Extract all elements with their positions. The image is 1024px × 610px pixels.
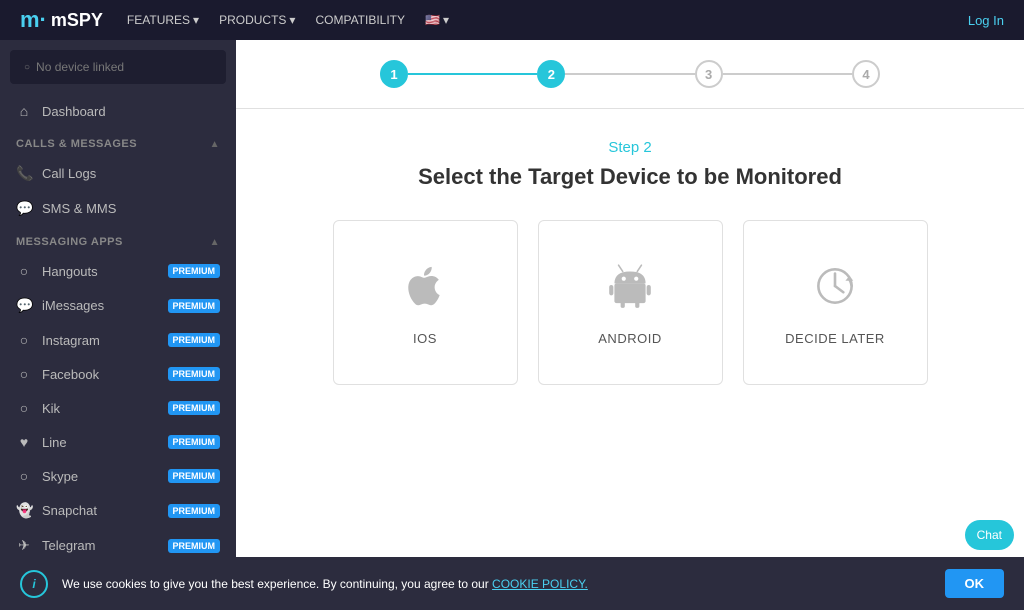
main-layout: No device linked ⌂ Dashboard CALLS & MES… [0, 40, 1024, 610]
apple-icon [399, 260, 451, 317]
device-card-android[interactable]: ANDROID [538, 220, 723, 385]
sms-icon: 💬 [16, 200, 32, 217]
imessages-icon: 💬 [16, 297, 32, 314]
facebook-icon: ○ [16, 366, 32, 382]
sidebar-item-line[interactable]: ♥ Line PREMIUM [0, 425, 236, 459]
telegram-icon: ✈ [16, 537, 32, 554]
chat-button[interactable]: Chat [965, 520, 1014, 550]
section-messaging-apps[interactable]: MESSAGING APPS ▲ [0, 226, 236, 254]
sidebar-item-label: Skype [42, 469, 78, 484]
sidebar-item-label: SMS & MMS [42, 201, 116, 216]
snapchat-icon: 👻 [16, 502, 32, 519]
device-status: No device linked [10, 50, 226, 84]
android-label: ANDROID [598, 331, 661, 346]
sidebar-item-imessages[interactable]: 💬 iMessages PREMIUM [0, 288, 236, 323]
premium-badge: PREMIUM [168, 264, 221, 278]
premium-badge: PREMIUM [168, 469, 221, 483]
sidebar-item-facebook[interactable]: ○ Facebook PREMIUM [0, 357, 236, 391]
premium-badge: PREMIUM [168, 367, 221, 381]
section-calls-messages[interactable]: CALLS & MESSAGES ▲ [0, 128, 236, 156]
logo-text: mSPY [51, 10, 103, 31]
step-3-circle: 3 [695, 60, 723, 88]
chevron-up-icon: ▲ [210, 237, 220, 248]
cookie-bar: i We use cookies to give you the best ex… [0, 557, 1024, 610]
sidebar-item-snapchat[interactable]: 👻 Snapchat PREMIUM [0, 493, 236, 528]
logo-icon: m· [20, 7, 47, 33]
nav-products[interactable]: PRODUCTS ▾ [219, 13, 295, 27]
nav-links: FEATURES ▾ PRODUCTS ▾ COMPATIBILITY 🇺🇸 ▾ [127, 13, 944, 27]
language-selector[interactable]: 🇺🇸 ▾ [425, 13, 449, 27]
step-line-1-2 [408, 73, 537, 75]
premium-badge: PREMIUM [168, 333, 221, 347]
instagram-icon: ○ [16, 332, 32, 348]
step-bar: 1 2 3 4 [380, 60, 880, 88]
step-2-circle: 2 [537, 60, 565, 88]
chevron-down-icon: ▾ [193, 13, 199, 27]
step-line-2-3 [565, 73, 694, 75]
sidebar-item-label: Instagram [42, 333, 100, 348]
nav-compatibility[interactable]: COMPATIBILITY [315, 13, 405, 27]
flag-icon: 🇺🇸 [425, 13, 440, 27]
main-card: Step 2 Select the Target Device to be Mo… [236, 109, 1024, 610]
skype-icon: ○ [16, 468, 32, 484]
cookie-text: We use cookies to give you the best expe… [62, 577, 931, 591]
chevron-down-icon: ▾ [289, 13, 295, 27]
sidebar-item-hangouts[interactable]: ○ Hangouts PREMIUM [0, 254, 236, 288]
hangouts-icon: ○ [16, 263, 32, 279]
login-button[interactable]: Log In [968, 13, 1004, 28]
clock-refresh-icon [809, 260, 861, 317]
later-label: DECIDE LATER [785, 331, 885, 346]
home-icon: ⌂ [16, 103, 32, 119]
phone-icon: 📞 [16, 165, 32, 182]
premium-badge: PREMIUM [168, 504, 221, 518]
top-navigation: m· mSPY FEATURES ▾ PRODUCTS ▾ COMPATIBIL… [0, 0, 1024, 40]
sidebar-item-label: Dashboard [42, 104, 106, 119]
premium-badge: PREMIUM [168, 401, 221, 415]
premium-badge: PREMIUM [168, 435, 221, 449]
sidebar-item-kik[interactable]: ○ Kik PREMIUM [0, 391, 236, 425]
premium-badge: PREMIUM [168, 539, 221, 553]
sidebar: No device linked ⌂ Dashboard CALLS & MES… [0, 40, 236, 610]
sidebar-item-label: Hangouts [42, 264, 98, 279]
sidebar-item-label: iMessages [42, 298, 104, 313]
sidebar-item-label: Line [42, 435, 67, 450]
cookie-ok-button[interactable]: OK [945, 569, 1005, 598]
device-card-ios[interactable]: IOS [333, 220, 518, 385]
sidebar-item-label: Snapchat [42, 503, 97, 518]
sidebar-item-instagram[interactable]: ○ Instagram PREMIUM [0, 323, 236, 357]
device-cards: IOS [333, 220, 928, 385]
premium-badge: PREMIUM [168, 299, 221, 313]
info-icon: i [20, 570, 48, 598]
cookie-policy-link[interactable]: COOKIE POLICY. [492, 577, 588, 591]
sidebar-item-skype[interactable]: ○ Skype PREMIUM [0, 459, 236, 493]
step-4-circle: 4 [852, 60, 880, 88]
sidebar-item-call-logs[interactable]: 📞 Call Logs [0, 156, 236, 191]
sidebar-item-label: Call Logs [42, 166, 96, 181]
content-area: 1 2 3 4 Step 2 Select the Target Device … [236, 40, 1024, 610]
sidebar-item-sms-mms[interactable]: 💬 SMS & MMS [0, 191, 236, 226]
line-icon: ♥ [16, 434, 32, 450]
sidebar-item-dashboard[interactable]: ⌂ Dashboard [0, 94, 236, 128]
kik-icon: ○ [16, 400, 32, 416]
chevron-down-icon: ▾ [443, 13, 449, 27]
nav-features[interactable]: FEATURES ▾ [127, 13, 199, 27]
sidebar-item-label: Kik [42, 401, 60, 416]
logo[interactable]: m· mSPY [20, 7, 103, 33]
step-title: Select the Target Device to be Monitored [418, 164, 842, 190]
chevron-up-icon: ▲ [210, 139, 220, 150]
step-progress: 1 2 3 4 [236, 40, 1024, 109]
step-line-3-4 [723, 73, 852, 75]
device-card-later[interactable]: DECIDE LATER [743, 220, 928, 385]
ios-label: IOS [413, 331, 437, 346]
sidebar-item-label: Facebook [42, 367, 99, 382]
sidebar-item-label: Telegram [42, 538, 95, 553]
step-label: Step 2 [608, 139, 651, 156]
step-1-circle: 1 [380, 60, 408, 88]
android-icon [604, 260, 656, 317]
